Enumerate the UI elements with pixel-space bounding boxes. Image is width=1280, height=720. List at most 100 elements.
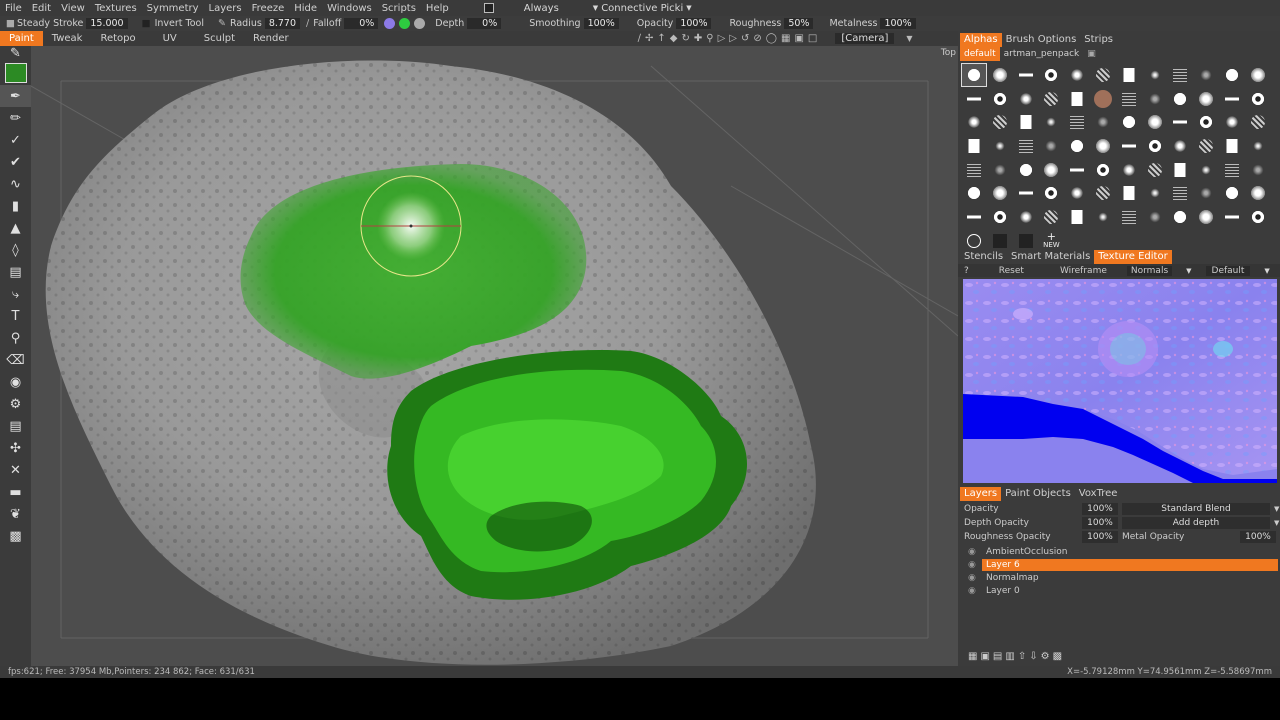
layer-folder-icon[interactable]: ▩	[1053, 651, 1062, 662]
alpha-thumbnail[interactable]	[1168, 135, 1192, 157]
alpha-thumbnail[interactable]	[1194, 159, 1218, 181]
layer-row[interactable]: ◉ Normalmap	[968, 571, 1278, 584]
alpha-thumbnail[interactable]	[1014, 111, 1038, 133]
alpha-thumbnail[interactable]	[1091, 206, 1115, 228]
alpha-thumbnail[interactable]	[1168, 182, 1192, 204]
alpha-thumbnail[interactable]	[1065, 135, 1089, 157]
alpha-thumbnail[interactable]	[1143, 159, 1167, 181]
stripe-tool-icon[interactable]: ▩	[0, 525, 31, 547]
alpha-thumbnail[interactable]	[1246, 135, 1270, 157]
move-up-icon[interactable]: ⇧	[1018, 651, 1026, 662]
help-button[interactable]: ?	[964, 266, 969, 276]
ruler-tool-icon[interactable]: ▬	[0, 481, 31, 503]
eraser-tool-icon[interactable]: ⌫	[0, 349, 31, 371]
blend-mode-dropdown[interactable]: Standard Blend	[1122, 503, 1270, 515]
menu-layers[interactable]: Layers	[204, 3, 247, 14]
alpha-thumbnail[interactable]	[988, 206, 1012, 228]
caret-down-icon[interactable]: ▼	[1264, 267, 1269, 275]
tab-voxtree[interactable]: VoxTree	[1075, 487, 1122, 501]
alpha-thumbnail[interactable]	[962, 135, 986, 157]
default-dropdown[interactable]: Default	[1205, 265, 1251, 276]
alpha-thumbnail[interactable]	[1117, 88, 1141, 110]
caret-down-icon[interactable]: ▼	[1186, 267, 1191, 275]
tab-uv[interactable]: UV	[145, 31, 195, 46]
alpha-thumbnail[interactable]	[1039, 88, 1063, 110]
alpha-thumbnail[interactable]	[1246, 111, 1270, 133]
alpha-thumbnail[interactable]	[988, 64, 1012, 86]
zoom-icon[interactable]: ⚲	[706, 33, 713, 44]
alpha-thumbnail[interactable]	[1220, 159, 1244, 181]
tab-texture-editor[interactable]: Texture Editor	[1094, 250, 1172, 264]
alpha-thumbnail[interactable]	[988, 135, 1012, 157]
menu-symmetry[interactable]: Symmetry	[142, 3, 204, 14]
wireframe-button[interactable]: Wireframe	[1060, 266, 1107, 276]
brush-tip-icon[interactable]: ✎	[0, 46, 31, 61]
menu-help[interactable]: Help	[421, 3, 454, 14]
tab-paint-objects[interactable]: Paint Objects	[1001, 487, 1075, 501]
alpha-thumbnail[interactable]	[1220, 111, 1244, 133]
fit-icon[interactable]: □	[808, 33, 817, 44]
rotate-icon[interactable]: ↻	[681, 33, 689, 44]
caret-down-icon[interactable]: ▼	[906, 34, 912, 43]
alpha-thumbnail[interactable]	[1168, 111, 1192, 133]
gear-tool-icon[interactable]: ⚙	[0, 393, 31, 415]
alpha-thumbnail[interactable]	[1194, 182, 1218, 204]
alpha-thumbnail[interactable]	[1168, 64, 1192, 86]
alpha-thumbnail[interactable]	[1194, 88, 1218, 110]
alpha-thumbnail[interactable]	[1194, 135, 1218, 157]
alpha-thumbnail[interactable]	[1014, 64, 1038, 86]
alpha-thumbnail[interactable]	[1039, 206, 1063, 228]
line-tool-icon[interactable]: ✓	[0, 129, 31, 151]
alpha-thumbnail[interactable]	[1194, 111, 1218, 133]
measure-tool-icon[interactable]: ▤	[0, 415, 31, 437]
tab-paint[interactable]: Paint	[0, 31, 43, 46]
alpha-thumbnail[interactable]	[1220, 182, 1244, 204]
alpha-thumbnail[interactable]	[962, 111, 986, 133]
new-layer-icon[interactable]: ▦	[968, 651, 977, 662]
drop-icon[interactable]: ◆	[670, 33, 678, 44]
alpha-thumbnail[interactable]	[961, 63, 987, 87]
caret-down-icon[interactable]: ▼	[1274, 519, 1279, 527]
tab-tweak[interactable]: Tweak	[43, 31, 92, 46]
alpha-thumbnail[interactable]	[1117, 159, 1141, 181]
alpha-thumbnail[interactable]	[1246, 159, 1270, 181]
alpha-thumbnail[interactable]	[988, 159, 1012, 181]
always-checkbox[interactable]	[483, 3, 494, 13]
alpha-thumbnail[interactable]	[1220, 64, 1244, 86]
curve-tool-icon[interactable]: ⤷	[0, 283, 31, 305]
forbid-icon[interactable]: ⊘	[753, 33, 761, 44]
frame-icon[interactable]: ▣	[794, 33, 803, 44]
merge-layer-icon[interactable]: ▤	[993, 651, 1002, 662]
menu-textures[interactable]: Textures	[90, 3, 142, 14]
falloff-value[interactable]: 0%	[344, 18, 379, 29]
play-icon[interactable]: ▷	[718, 33, 726, 44]
alpha-thumbnail[interactable]	[1091, 64, 1115, 86]
layer-opacity-value[interactable]: 100%	[1082, 503, 1118, 515]
connective-picking-dropdown[interactable]: ▼ Connective Picki ▼	[593, 3, 692, 14]
alpha-thumbnail[interactable]	[1246, 182, 1270, 204]
smoothing-value[interactable]: 100%	[583, 18, 619, 29]
stamp-tool-icon[interactable]: ▲	[0, 217, 31, 239]
paint-color-swatch[interactable]	[4, 63, 27, 83]
menu-edit[interactable]: Edit	[27, 3, 56, 14]
alpha-thumbnail[interactable]	[1039, 182, 1063, 204]
alpha-thumbnail[interactable]	[1014, 88, 1038, 110]
line-icon[interactable]: ∕	[638, 33, 641, 44]
caret-down-icon[interactable]: ▼	[1274, 505, 1279, 513]
delete-layer-icon[interactable]: ▣	[980, 651, 989, 662]
tab-smart-materials[interactable]: Smart Materials	[1007, 250, 1094, 264]
alpha-thumbnail[interactable]	[1091, 159, 1115, 181]
alpha-thumbnail[interactable]	[1168, 206, 1192, 228]
metalness-value[interactable]: 100%	[880, 18, 916, 29]
eye-icon[interactable]: ◉	[968, 547, 982, 557]
opacity-value[interactable]: 100%	[676, 18, 712, 29]
alpha-thumbnail[interactable]	[1220, 88, 1244, 110]
roughness-value[interactable]: 50%	[784, 18, 814, 29]
alpha-thumbnail[interactable]	[988, 88, 1012, 110]
roughness-control[interactable]: Roughness 50%	[729, 18, 814, 29]
alpha-thumbnail[interactable]	[1014, 206, 1038, 228]
zoom-tool-icon[interactable]: ⚲	[0, 327, 31, 349]
alpha-thumbnail[interactable]	[1143, 135, 1167, 157]
channel-gloss-icon[interactable]	[399, 18, 411, 29]
alpha-thumbnail[interactable]	[1143, 64, 1167, 86]
